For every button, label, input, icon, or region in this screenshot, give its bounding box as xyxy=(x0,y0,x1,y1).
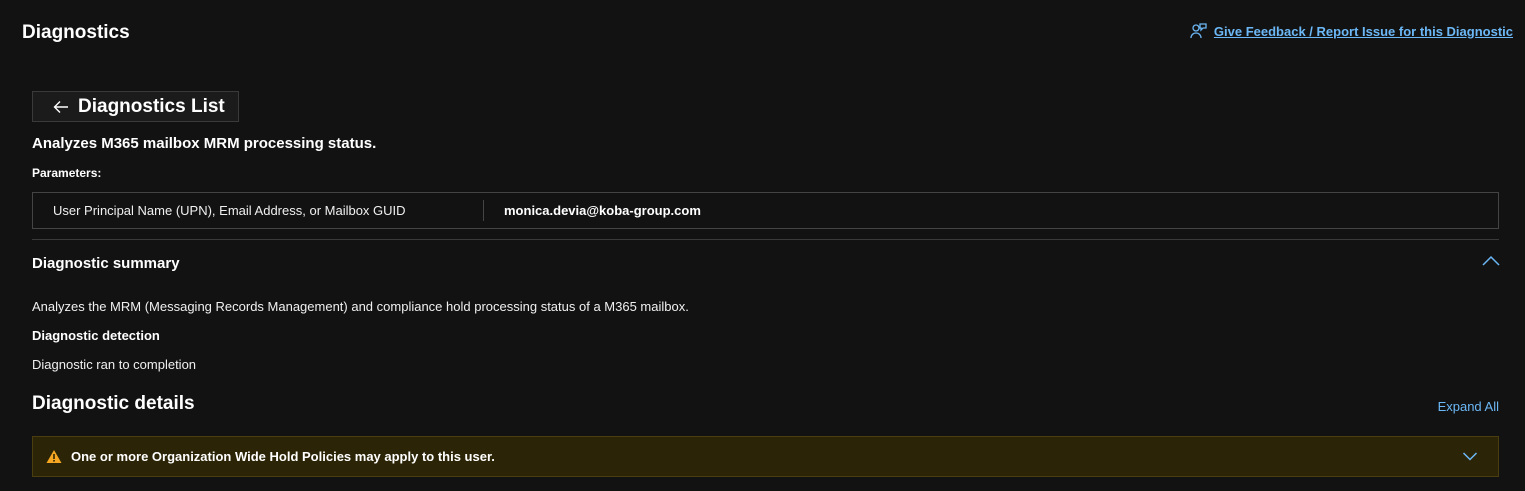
parameter-name: User Principal Name (UPN), Email Address… xyxy=(33,200,484,221)
chevron-down-icon[interactable] xyxy=(1462,450,1478,462)
give-feedback-label: Give Feedback / Report Issue for this Di… xyxy=(1213,23,1513,39)
warning-policy-row[interactable]: One or more Organization Wide Hold Polic… xyxy=(32,436,1499,477)
diagnostic-detection-label: Diagnostic detection xyxy=(32,328,160,343)
parameter-value: monica.devia@koba-group.com xyxy=(504,203,701,218)
parameters-table: User Principal Name (UPN), Email Address… xyxy=(32,192,1499,229)
diagnostic-description: Analyzes M365 mailbox MRM processing sta… xyxy=(32,135,377,152)
diagnostic-summary-text: Analyzes the MRM (Messaging Records Mana… xyxy=(32,299,689,314)
warning-triangle-icon xyxy=(46,450,62,463)
diagnostic-details-header: Diagnostic details xyxy=(32,393,195,414)
warning-text: One or more Organization Wide Hold Polic… xyxy=(71,449,495,464)
give-feedback-link[interactable]: Give Feedback / Report Issue for this Di… xyxy=(1189,22,1513,40)
chevron-up-icon[interactable] xyxy=(1481,254,1501,268)
diagnostics-list-button[interactable]: Diagnostics List xyxy=(32,91,239,122)
expand-all-link[interactable]: Expand All xyxy=(1438,399,1499,414)
page-title: Diagnostics xyxy=(22,22,130,43)
person-feedback-icon xyxy=(1190,23,1207,39)
diagnostics-page: Diagnostics Give Feedback / Report Issue… xyxy=(0,0,1525,491)
diagnostic-detection-text: Diagnostic ran to completion xyxy=(32,357,197,372)
section-divider xyxy=(32,239,1499,240)
arrow-left-icon xyxy=(53,100,68,113)
parameters-label: Parameters: xyxy=(32,166,102,180)
diagnostic-summary-header: Diagnostic summary xyxy=(32,255,180,272)
diagnostics-list-label: Diagnostics List xyxy=(78,95,225,117)
